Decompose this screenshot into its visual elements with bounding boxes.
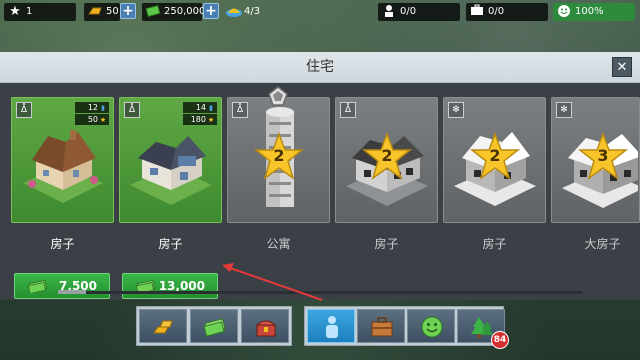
building-card-3[interactable]: ᐂ 2: [227, 97, 330, 223]
person-icon: [326, 316, 338, 338]
panel-title: 住宅: [306, 59, 334, 75]
grass-icon: ᐂ: [340, 102, 356, 118]
notification-badge: 84: [491, 331, 509, 349]
panel-body: ᐂ 12 ▮ 50 ★ 房子 7,500 ᐂ 14 ▮ 180 ★ 房子 13,…: [0, 83, 640, 300]
gold-bar-icon: [87, 4, 103, 20]
building-card-1[interactable]: ᐂ 12 ▮ 50 ★: [11, 97, 114, 223]
level-requirement-star: 2: [253, 131, 305, 182]
category-tab-group: [304, 306, 505, 346]
treasure-chest-icon: [255, 320, 277, 337]
tree-icon: [471, 317, 493, 338]
card-5-label: 房子: [482, 237, 507, 251]
required-level: 2: [489, 146, 501, 165]
tab-treasure-chest[interactable]: [241, 309, 289, 343]
required-level: 2: [381, 146, 393, 165]
tab-happiness[interactable]: [407, 309, 455, 343]
level-requirement-star: 3: [577, 131, 629, 182]
add-gold-button[interactable]: +: [120, 3, 136, 19]
scroll-thumb[interactable]: [58, 290, 86, 294]
building-card-6[interactable]: ✻ 3: [551, 97, 640, 223]
building-card-5[interactable]: ✻ 2: [443, 97, 546, 223]
cash-display[interactable]: 250,000: [142, 3, 206, 21]
happiness-value: 100%: [575, 6, 604, 17]
star-icon: ★: [207, 116, 215, 124]
builders-display[interactable]: 4/3: [222, 3, 266, 21]
card-1-label: 房子: [50, 237, 75, 251]
required-level: 2: [273, 146, 285, 165]
person-icon: ▮: [209, 104, 213, 112]
cash-icon: [203, 318, 226, 337]
building-card-4[interactable]: ᐂ 2: [335, 97, 438, 223]
panel-header: 住宅 ✕: [0, 52, 640, 83]
builders-value: 4/3: [244, 6, 261, 17]
cash-icon: [27, 279, 48, 293]
xp-stat: 50 ★: [75, 114, 109, 125]
required-level: 3: [597, 146, 609, 165]
person-icon: ▮: [101, 104, 105, 112]
xp-stat: 180 ★: [183, 114, 217, 125]
add-cash-button[interactable]: +: [203, 3, 219, 19]
briefcase-icon: [371, 317, 393, 337]
close-button[interactable]: ✕: [612, 57, 632, 77]
grass-icon: ᐂ: [232, 102, 248, 118]
card-2-label: 房子: [158, 237, 183, 251]
star-icon: ★: [99, 116, 107, 124]
snowflake-icon: ✻: [556, 102, 572, 118]
level-display[interactable]: ★ 1: [4, 3, 76, 21]
building-card-2[interactable]: ᐂ 14 ▮ 180 ★: [119, 97, 222, 223]
smiley-icon: [556, 4, 572, 20]
briefcase-icon: [469, 4, 485, 20]
grass-icon: ᐂ: [16, 102, 32, 118]
card-3-label: 公寓: [266, 237, 291, 251]
cottage-image: [23, 130, 103, 203]
modern-house-image: [130, 136, 212, 205]
hardhat-icon: [225, 4, 242, 20]
gold-bars-icon: [153, 320, 173, 334]
workers-display[interactable]: 0/0: [378, 3, 460, 21]
happiness-display[interactable]: 100%: [553, 3, 635, 21]
gold-display[interactable]: 50: [84, 3, 120, 21]
level-requirement-star: 2: [469, 131, 521, 182]
currency-tab-group: [136, 306, 292, 346]
buy-button-1[interactable]: 7,500: [14, 273, 110, 299]
jobs-value: 0/0: [488, 6, 505, 17]
level-value: 1: [26, 6, 33, 17]
pentagon-marker-icon: [268, 86, 288, 106]
tab-gold-bars[interactable]: [139, 309, 187, 343]
residential-panel: 住宅 ✕ ᐂ 12 ▮ 50 ★ 房子 7,500 ᐂ 14 ▮ 180 ★ 房…: [0, 52, 640, 300]
workers-value: 0/0: [400, 6, 417, 17]
population-stat: 12 ▮: [75, 102, 109, 113]
population-stat: 14 ▮: [183, 102, 217, 113]
tab-cash[interactable]: [190, 309, 238, 343]
card-4-label: 房子: [374, 237, 399, 251]
gold-value: 50: [106, 6, 119, 17]
snowflake-icon: ✻: [448, 102, 464, 118]
buy-button-2[interactable]: 13,000: [122, 273, 218, 299]
tab-commercial[interactable]: [357, 309, 405, 343]
cash-value: 250,000: [164, 6, 206, 17]
grass-icon: ᐂ: [124, 102, 140, 118]
top-hud: ★ 1 50 + 250,000 + 4/3 0/0 0/0 100%: [0, 0, 640, 24]
scroll-track[interactable]: [58, 291, 582, 294]
star-icon: ★: [9, 4, 21, 19]
level-requirement-star: 2: [361, 131, 413, 182]
card-6-label: 大房子: [584, 237, 621, 251]
cash-icon: [145, 4, 161, 20]
smiley-icon: [421, 316, 443, 338]
tab-residential[interactable]: [307, 309, 355, 343]
jobs-display[interactable]: 0/0: [466, 3, 548, 21]
worker-icon: [381, 4, 397, 20]
